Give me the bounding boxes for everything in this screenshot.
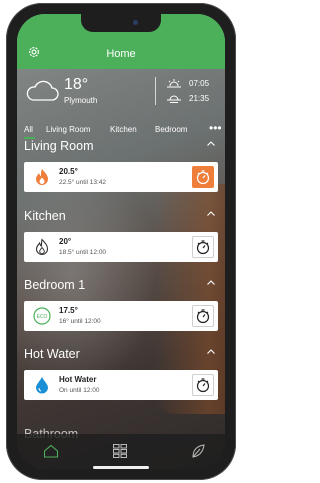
section-title: Living Room — [24, 139, 94, 153]
zone-card-living-room[interactable]: 20.5° 22.5° until 13:42 — [24, 162, 218, 192]
boost-timer-button[interactable] — [192, 236, 214, 258]
notch — [81, 14, 161, 32]
home-icon[interactable] — [43, 444, 59, 458]
tab-kitchen[interactable]: Kitchen — [110, 125, 137, 134]
section-title: Kitchen — [24, 209, 66, 223]
boost-timer-button[interactable] — [192, 166, 214, 188]
flame-outline-icon — [35, 238, 49, 255]
location-label: Plymouth — [64, 96, 98, 105]
chevron-up-icon[interactable] — [207, 349, 215, 354]
zone-temperature: 20.5° — [59, 167, 78, 176]
zone-schedule: 18.5° until 12:00 — [59, 249, 107, 256]
section-hot-water[interactable]: Hot Water — [24, 347, 219, 361]
zone-name: Hot Water — [59, 375, 97, 384]
timer-icon — [196, 378, 210, 393]
sunset-icon — [167, 95, 181, 103]
leaf-icon[interactable] — [191, 444, 205, 458]
zone-schedule: 22.5° until 13:42 — [59, 179, 107, 186]
chevron-up-icon[interactable] — [207, 280, 215, 285]
section-bedroom-1[interactable]: Bedroom 1 — [24, 278, 219, 292]
flame-icon — [36, 169, 48, 185]
zone-schedule: On until 12:00 — [59, 387, 100, 394]
camera-dot — [133, 20, 138, 25]
current-temperature: 18° — [64, 76, 89, 93]
section-title: Hot Water — [24, 347, 80, 361]
timer-icon — [196, 170, 210, 185]
page-title: Home — [106, 48, 136, 60]
weather-divider — [155, 77, 156, 105]
section-living-room[interactable]: Living Room — [24, 139, 219, 153]
water-drop-icon — [36, 377, 48, 394]
boost-timer-button[interactable] — [192, 374, 214, 396]
tab-all[interactable]: All — [24, 125, 33, 134]
section-kitchen[interactable]: Kitchen — [24, 209, 219, 223]
eco-icon: ECO — [33, 307, 51, 325]
chevron-up-icon[interactable] — [207, 211, 215, 216]
cloud-icon — [26, 80, 59, 101]
zone-schedule: 16° until 12:00 — [59, 318, 101, 325]
tab-bedroom[interactable]: Bedroom — [155, 125, 187, 134]
more-tabs-button[interactable]: ••• — [209, 121, 222, 135]
app-screen: Home 18° Plymouth 07:05 21:35 All Living… — [17, 14, 225, 469]
weather-panel: 18° Plymouth 07:05 21:35 — [17, 69, 225, 129]
zone-card-bedroom-1[interactable]: ECO 17.5° 16° until 12:00 — [24, 301, 218, 331]
sunrise-row: 07:05 — [167, 79, 209, 90]
zone-card-hot-water[interactable]: Hot Water On until 12:00 — [24, 370, 218, 400]
home-indicator[interactable] — [93, 466, 149, 469]
zone-temperature: 20° — [59, 237, 72, 246]
zone-card-kitchen[interactable]: 20° 18.5° until 12:00 — [24, 232, 218, 262]
sunset-time: 21:35 — [189, 94, 210, 103]
chevron-up-icon[interactable] — [207, 141, 215, 146]
room-tabs: All Living Room Kitchen Bedroom ••• — [17, 121, 225, 139]
bottom-nav — [17, 434, 225, 469]
timer-icon — [196, 240, 210, 255]
grid-icon[interactable] — [113, 444, 127, 458]
timer-icon — [196, 309, 210, 324]
sunset-row: 21:35 — [167, 94, 209, 105]
sunrise-time: 07:05 — [189, 79, 210, 88]
zone-temperature: 17.5° — [59, 306, 78, 315]
tab-living-room[interactable]: Living Room — [46, 125, 90, 134]
section-title: Bedroom 1 — [24, 278, 86, 292]
boost-timer-button[interactable] — [192, 305, 214, 327]
eco-label: ECO — [37, 314, 48, 320]
phone-frame: Home 18° Plymouth 07:05 21:35 All Living… — [6, 3, 236, 480]
sunrise-icon — [167, 79, 181, 88]
